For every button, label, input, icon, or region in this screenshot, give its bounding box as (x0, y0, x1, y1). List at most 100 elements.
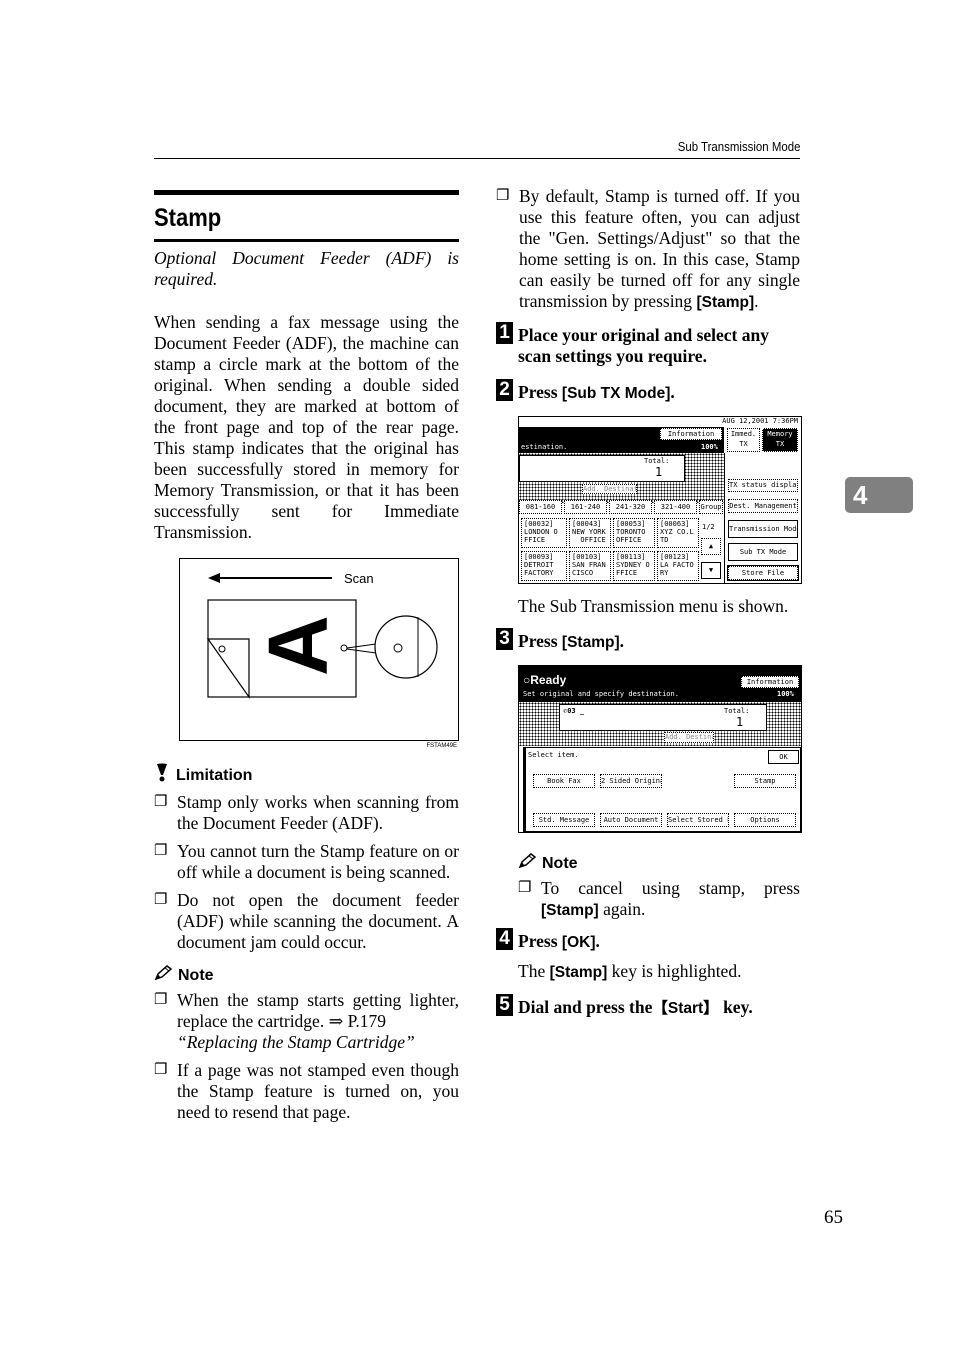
section-rule-top (154, 190, 459, 195)
note-heading: Note (518, 853, 800, 874)
two-sided-original-button[interactable]: 2 Sided Original (600, 774, 662, 788)
scroll-down-button[interactable]: ▼ (701, 562, 721, 579)
note-heading: Note (154, 965, 459, 986)
lcd-screen-main: AUG 12,2001 7:36PM Information estinatio… (518, 416, 802, 584)
memory-tx-button[interactable]: Memory TX (762, 428, 798, 452)
sub-tx-mode-key-ref: [Sub TX Mode] (561, 385, 671, 402)
tab-group[interactable]: Group (699, 500, 723, 514)
ready-status: Ready (530, 673, 567, 687)
checkbox-bullet-icon: ❐ (496, 188, 510, 204)
options-button[interactable]: Options (734, 813, 796, 827)
information-button[interactable]: Information (660, 428, 722, 440)
figure-caption: FSTAM49E (426, 743, 457, 749)
select-stored-file-button[interactable]: Select Stored File (667, 813, 729, 827)
datetime-display: AUG 12,2001 7:36PM (722, 417, 798, 425)
stamp-diagram: A Scan (206, 571, 438, 699)
step-number-icon: 5 (496, 994, 513, 1016)
select-item-label: Select item. (528, 751, 579, 759)
stamp-mark-rear (218, 645, 226, 653)
stamp-key-ref: [Stamp] (549, 964, 608, 981)
destination-key[interactable]: [00063] XYZ CO.L TD (657, 518, 699, 548)
tab-241-320[interactable]: 241-320 (609, 500, 652, 514)
destination-key[interactable]: [00032] LONDON O FFICE (521, 518, 567, 548)
note-item: ❐ If a page was not stamped even though … (154, 1060, 459, 1122)
step-number-icon: 4 (496, 928, 513, 950)
destination-value: 03 _ (567, 707, 585, 715)
destination-key[interactable]: [00043] NEW YORK OFFICE (569, 518, 611, 548)
auto-document-button[interactable]: Auto Document (600, 813, 662, 827)
status-message: estination. (521, 443, 568, 451)
magnified-view (374, 615, 438, 679)
destination-key[interactable]: [00113] SYDNEY O FFICE (613, 551, 655, 581)
checkbox-bullet-icon: ❐ (154, 992, 168, 1008)
destination-key[interactable]: [00053] TORONTO OFFICE (613, 518, 655, 548)
limitation-title: Limitation (176, 766, 253, 784)
lcd-screen-sub-tx: ○Ready Set original and specify destinat… (518, 665, 802, 833)
checkbox-bullet-icon: ❐ (154, 843, 168, 859)
total-label: Total: (724, 707, 750, 715)
limitation-icon (154, 763, 170, 788)
pencil-note-icon (518, 853, 537, 874)
scroll-up-button[interactable]: ▲ (701, 538, 721, 555)
page-indicator: 1/2 (702, 523, 715, 531)
step-number-icon: 1 (496, 322, 513, 344)
limitation-heading: Limitation (154, 763, 459, 788)
note-text: When the stamp starts getting lighter, r… (177, 990, 459, 1031)
step4-result: The [Stamp] key is highlighted. (518, 961, 742, 981)
store-file-button[interactable]: Store File (727, 565, 799, 581)
total-label: Total: (644, 457, 670, 465)
note-title: Note (542, 854, 578, 872)
note-item: ❐ When the stamp starts getting lighter,… (154, 990, 459, 1053)
step-4: 4 Press [OK]. (496, 928, 800, 953)
tx-status-display-button[interactable]: TX status display (728, 479, 798, 492)
checkbox-bullet-icon: ❐ (154, 794, 168, 810)
ok-button[interactable]: OK (768, 750, 799, 764)
left-column: Stamp Optional Document Feeder (ADF) is … (154, 190, 459, 1130)
letter-a: A (251, 615, 345, 676)
limitation-item: ❐ Do not open the document feeder (ADF) … (154, 890, 459, 952)
default-setting-note: ❐ By default, Stamp is turned off. If yo… (496, 186, 800, 311)
tab-321-400[interactable]: 321-400 (654, 500, 697, 514)
destination-key[interactable]: [00093] DETROIT FACTORY (521, 551, 567, 581)
ok-key-ref: [OK] (561, 934, 596, 951)
memory-indicator: 100% (777, 690, 794, 698)
tab-081-160[interactable]: 081-160 (519, 500, 562, 514)
section-title: Stamp (154, 204, 222, 232)
transmission-mode-button[interactable]: Transmission Mode (728, 520, 798, 538)
destination-key[interactable]: [00103] SAN FRAN CISCO (569, 551, 611, 581)
pencil-note-icon (154, 965, 173, 986)
stamp-key-ref: [Stamp] (561, 634, 620, 651)
page-number: 65 (824, 1207, 843, 1228)
tab-161-240[interactable]: 161-240 (564, 500, 607, 514)
total-value: 1 (655, 465, 663, 479)
step-3: 3 Press [Stamp]. (496, 628, 800, 653)
magnified-stamp-mark (393, 643, 403, 653)
limitation-item: ❐ You cannot turn the Stamp feature on o… (154, 841, 459, 882)
sub-tx-mode-button[interactable]: Sub TX Mode (728, 543, 798, 561)
note-title: Note (178, 966, 214, 984)
step-number-icon: 2 (496, 379, 513, 401)
cross-reference-link[interactable]: “Replacing the Stamp Cartridge” (177, 1032, 415, 1052)
add-destination-button[interactable]: Add. Destination (582, 484, 637, 494)
scan-arrow-head (208, 573, 220, 583)
information-button[interactable]: Information (741, 676, 799, 688)
immed-tx-button[interactable]: Immed. TX (727, 428, 760, 452)
stamp-button[interactable]: Stamp (734, 774, 796, 788)
checkbox-bullet-icon: ❐ (518, 880, 532, 896)
dest-management-button[interactable]: Dest. Management (728, 499, 798, 513)
intro-paragraph: When sending a fax message using the Doc… (154, 312, 459, 542)
chapter-thumb-tab: 4 (845, 477, 913, 513)
stamp-figure: A Scan (179, 558, 459, 741)
requirement-note: Optional Document Feeder (ADF) is requir… (154, 248, 459, 289)
step2-result: The Sub Transmission menu is shown. (518, 596, 789, 616)
std-message-button[interactable]: Std. Message (533, 813, 595, 827)
destination-key[interactable]: [00123] LA FACTO RY (657, 551, 699, 581)
step-number-icon: 3 (496, 628, 513, 650)
book-fax-button[interactable]: Book Fax (533, 774, 595, 788)
add-destination-button[interactable]: Add. Destination (664, 732, 714, 743)
note-item: ❐ To cancel using stamp, press [Stamp] a… (518, 878, 800, 919)
header-rule (154, 158, 800, 159)
running-header: Sub Transmission Mode (677, 139, 800, 154)
checkbox-bullet-icon: ❐ (154, 892, 168, 908)
step-5: 5 Dial and press the【Start】 key. (496, 994, 800, 1019)
